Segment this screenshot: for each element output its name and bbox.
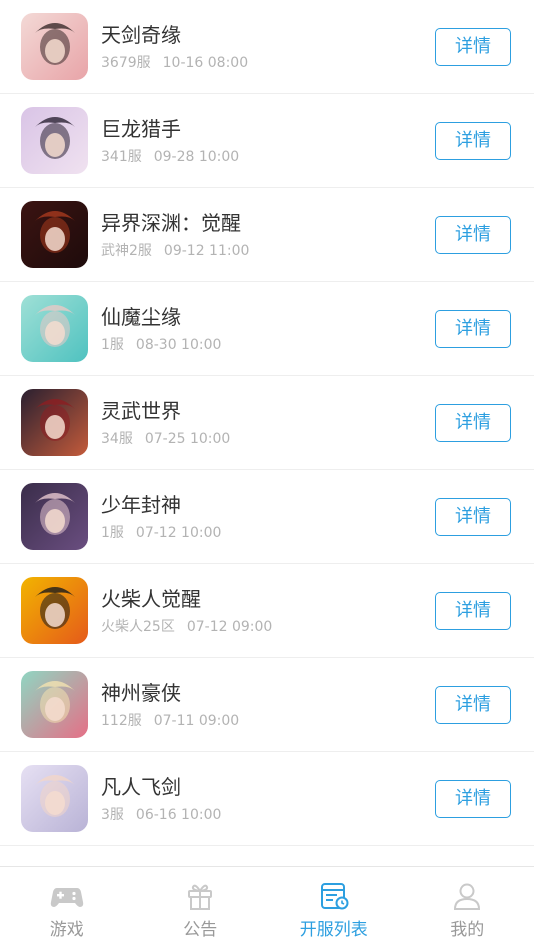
warrior-icon[interactable] xyxy=(21,201,88,268)
tab-server-list[interactable]: 开服列表 xyxy=(267,867,401,951)
details-button[interactable]: 详情 xyxy=(435,592,511,630)
server-name: 34服 xyxy=(101,431,133,447)
open-time: 07-12 09:00 xyxy=(187,619,272,635)
server-info: 武神2服 09-12 11:00 xyxy=(101,240,249,260)
game-title: 仙魔尘缘 xyxy=(101,301,181,330)
teal-hair-girl-icon[interactable] xyxy=(21,295,88,362)
tab-label: 我的 xyxy=(401,915,534,940)
list-item[interactable]: 少年封神 1服 07-12 10:00 详情 xyxy=(0,470,534,564)
details-button[interactable]: 详情 xyxy=(435,404,511,442)
game-title: 灵武世界 xyxy=(101,395,181,424)
server-name: 112服 xyxy=(101,713,142,729)
server-name: 火柴人25区 xyxy=(101,619,175,635)
server-info: 3679服 10-16 08:00 xyxy=(101,52,248,72)
server-info: 112服 07-11 09:00 xyxy=(101,710,239,730)
gift-icon xyxy=(183,881,217,911)
tab-label: 开服列表 xyxy=(267,915,401,940)
list-item[interactable]: 天剑奇缘 3679服 10-16 08:00 详情 xyxy=(0,0,534,94)
game-title: 火柴人觉醒 xyxy=(101,583,201,612)
list-item[interactable]: 巨龙猎手 341服 09-28 10:00 详情 xyxy=(0,94,534,188)
list-item[interactable]: 仙魔尘缘 1服 08-30 10:00 详情 xyxy=(0,282,534,376)
bottom-tab-bar: 游戏 公告 开服列表 我的 xyxy=(0,866,534,951)
details-button[interactable]: 详情 xyxy=(435,216,511,254)
open-time: 08-30 10:00 xyxy=(136,337,221,353)
server-info: 1服 08-30 10:00 xyxy=(101,334,221,354)
gamepad-icon xyxy=(50,881,84,911)
list-item[interactable]: 火柴人觉醒 火柴人25区 07-12 09:00 详情 xyxy=(0,564,534,658)
list-item[interactable]: 凡人飞剑 3服 06-16 10:00 详情 xyxy=(0,752,534,846)
game-title: 少年封神 xyxy=(101,489,181,518)
server-name: 1服 xyxy=(101,337,124,353)
server-list-icon xyxy=(317,881,351,911)
server-list: 天剑奇缘 3679服 10-16 08:00 详情 巨龙猎手 341服 09-28 … xyxy=(0,0,534,846)
server-info: 火柴人25区 07-12 09:00 xyxy=(101,616,272,636)
tab-label: 游戏 xyxy=(0,915,134,940)
anime-girl-white-hair-icon[interactable] xyxy=(21,13,88,80)
tab-mine[interactable]: 我的 xyxy=(401,867,534,951)
server-info: 34服 07-25 10:00 xyxy=(101,428,230,448)
open-time: 09-12 11:00 xyxy=(164,243,249,259)
list-item[interactable]: 神州豪侠 112服 07-11 09:00 详情 xyxy=(0,658,534,752)
tab-games[interactable]: 游戏 xyxy=(0,867,134,951)
purple-hair-girl-icon[interactable] xyxy=(21,483,88,550)
server-name: 3服 xyxy=(101,807,124,823)
game-title: 异界深渊：觉醒 xyxy=(101,207,241,236)
details-button[interactable]: 详情 xyxy=(435,28,511,66)
stickman-fox-icon[interactable] xyxy=(21,577,88,644)
cat-hat-girl-icon[interactable] xyxy=(21,671,88,738)
game-title: 神州豪侠 xyxy=(101,677,181,706)
open-time: 09-28 10:00 xyxy=(154,149,239,165)
server-name: 武神2服 xyxy=(101,243,152,259)
server-name: 1服 xyxy=(101,525,124,541)
list-item[interactable]: 灵武世界 34服 07-25 10:00 详情 xyxy=(0,376,534,470)
server-info: 3服 06-16 10:00 xyxy=(101,804,221,824)
open-time: 07-11 09:00 xyxy=(154,713,239,729)
game-title: 天剑奇缘 xyxy=(101,19,181,48)
open-time: 06-16 10:00 xyxy=(136,807,221,823)
tab-label: 公告 xyxy=(134,915,268,940)
server-name: 341服 xyxy=(101,149,142,165)
details-button[interactable]: 详情 xyxy=(435,686,511,724)
open-time: 10-16 08:00 xyxy=(163,55,248,71)
server-info: 1服 07-12 10:00 xyxy=(101,522,221,542)
open-time: 07-25 10:00 xyxy=(145,431,230,447)
tab-notices[interactable]: 公告 xyxy=(134,867,268,951)
list-item[interactable]: 异界深渊：觉醒 武神2服 09-12 11:00 详情 xyxy=(0,188,534,282)
server-name: 3679服 xyxy=(101,55,151,71)
details-button[interactable]: 详情 xyxy=(435,122,511,160)
user-icon xyxy=(450,881,484,911)
open-time: 07-12 10:00 xyxy=(136,525,221,541)
details-button[interactable]: 详情 xyxy=(435,498,511,536)
details-button[interactable]: 详情 xyxy=(435,780,511,818)
swordswoman-icon[interactable] xyxy=(21,107,88,174)
game-title: 凡人飞剑 xyxy=(101,771,181,800)
game-title: 巨龙猎手 xyxy=(101,113,181,142)
server-info: 341服 09-28 10:00 xyxy=(101,146,239,166)
details-button[interactable]: 详情 xyxy=(435,310,511,348)
dark-hero-icon[interactable] xyxy=(21,389,88,456)
white-hair-boy-icon[interactable] xyxy=(21,765,88,832)
